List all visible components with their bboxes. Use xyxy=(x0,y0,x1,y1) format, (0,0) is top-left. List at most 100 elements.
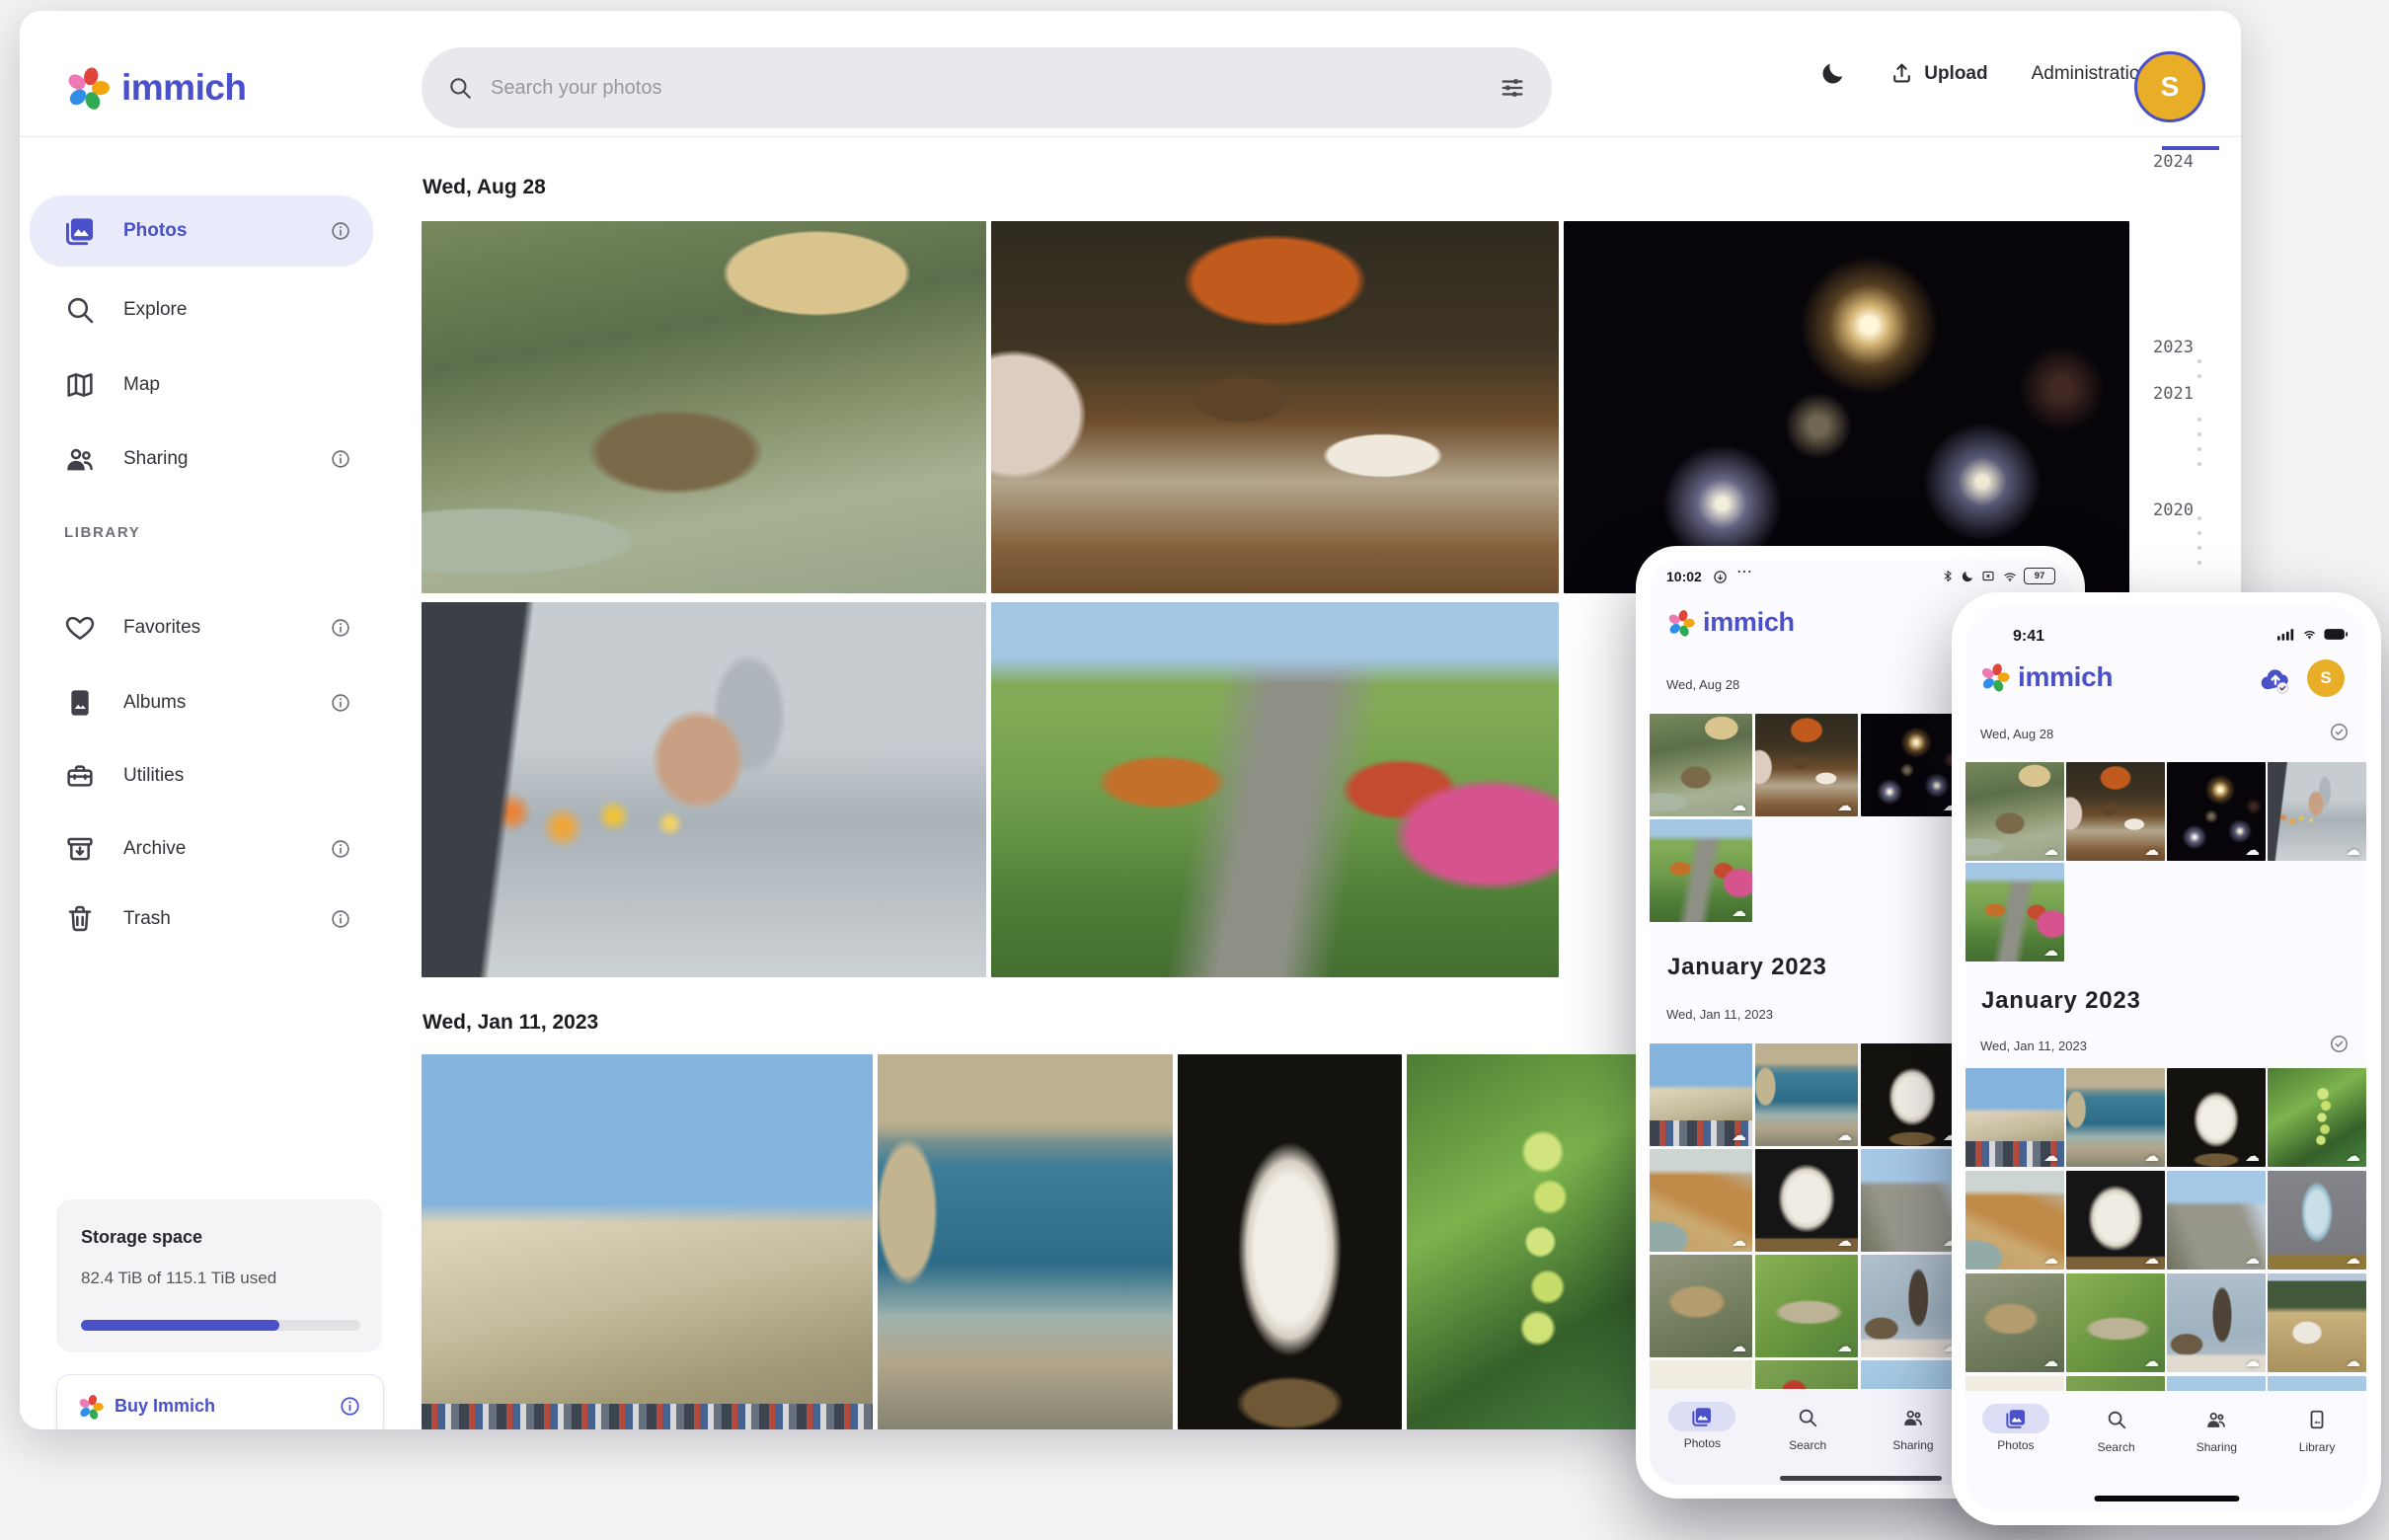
cloud-sync-icon: ☁ xyxy=(2245,1352,2260,1370)
scrubber-year[interactable]: 2024 xyxy=(2122,152,2194,172)
info-icon[interactable] xyxy=(330,220,351,242)
user-avatar[interactable]: S xyxy=(2134,51,2205,122)
photo-castle-ruin[interactable]: ☁ xyxy=(1861,1149,1964,1252)
home-indicator[interactable] xyxy=(1779,1476,1942,1481)
photo-autumn-park-path[interactable]: ☁ xyxy=(1650,819,1752,922)
photo-castle-ruin[interactable]: ☁ xyxy=(2167,1171,2266,1270)
scrubber-year[interactable]: 2021 xyxy=(2122,384,2194,404)
cloud-sync-icon: ☁ xyxy=(1837,1232,1852,1250)
sidebar-item-label: Archive xyxy=(123,838,187,859)
photo-lizard-rock[interactable]: ☁ xyxy=(1965,1273,2064,1372)
upload-icon xyxy=(1893,63,1911,83)
photo-holding-hands[interactable]: ☁ xyxy=(2268,762,2366,861)
sidebar-item-label: Favorites xyxy=(123,617,201,638)
nav-item-sharing[interactable]: Sharing xyxy=(1861,1389,1966,1485)
photo-green-berries[interactable]: ☁ xyxy=(2268,1068,2366,1167)
nav-item-search[interactable]: Search xyxy=(1755,1389,1861,1485)
phone1-clock: 10:02 xyxy=(1666,569,1702,584)
sidebar-section-library: LIBRARY xyxy=(64,524,141,541)
nav-item-photos[interactable]: Photos xyxy=(1965,1391,2066,1511)
photo-porcelain-tower[interactable]: ☁ xyxy=(2268,1171,2366,1270)
nav-item-sharing[interactable]: Sharing xyxy=(2167,1391,2268,1511)
photo-dubrovnik-fortress[interactable]: ☁ xyxy=(1650,1043,1752,1146)
sidebar-item-map[interactable]: Map xyxy=(30,353,373,417)
photo-monkeys-zoo[interactable]: ☁ xyxy=(1650,714,1752,816)
photo-dubrovnik-fortress[interactable]: ☁ xyxy=(1965,1068,2064,1167)
info-icon[interactable] xyxy=(330,908,351,930)
scrubber-year[interactable]: 2020 xyxy=(2122,500,2194,520)
dark-mode-moon-icon[interactable] xyxy=(1819,60,1846,87)
sidebar-item-photos[interactable]: Photos xyxy=(30,195,373,267)
phone2-clock: 9:41 xyxy=(2013,628,2045,645)
photo-winter-church[interactable]: ☁ xyxy=(2167,1273,2266,1372)
photo-fireworks[interactable] xyxy=(1564,221,2129,593)
buy-immich-button[interactable]: Buy Immich xyxy=(56,1374,384,1429)
nav-item-library[interactable]: Library xyxy=(2267,1391,2367,1511)
sidebar-item-albums[interactable]: Albums xyxy=(30,671,373,734)
select-all-check-icon[interactable] xyxy=(2329,1034,2350,1054)
photo-lizard-rock[interactable]: ☁ xyxy=(1650,1255,1752,1357)
photo-monkeys-zoo[interactable] xyxy=(422,221,986,593)
photo-marble-sculpture[interactable]: ☁ xyxy=(2066,1171,2165,1270)
home-indicator[interactable] xyxy=(2094,1496,2239,1502)
sidebar-item-explore[interactable]: Explore xyxy=(30,278,373,342)
photo-cliff-beach[interactable]: ☁ xyxy=(1650,1149,1752,1252)
immich-logo[interactable]: immich xyxy=(64,64,247,112)
photo-marble-sculpture[interactable]: ☁ xyxy=(1755,1149,1858,1252)
scrubber-year[interactable]: 2023 xyxy=(2122,338,2194,357)
search-input[interactable] xyxy=(489,75,1483,101)
photo-farm-house[interactable]: ☁ xyxy=(2268,1273,2366,1372)
photo-marble-bust[interactable]: ☁ xyxy=(2167,1068,2266,1167)
nav-label: Photos xyxy=(1683,1436,1722,1450)
photo-marble-bust[interactable]: ☁ xyxy=(1861,1043,1964,1146)
photo-dinner-table[interactable]: ☁ xyxy=(1755,714,1858,816)
timeline-tick xyxy=(2197,432,2201,436)
photo-fireworks[interactable]: ☁ xyxy=(1861,714,1964,816)
cloud-sync-icon: ☁ xyxy=(1732,1338,1746,1355)
sidebar-item-trash[interactable]: Trash xyxy=(30,887,373,951)
photo-lizard-moss[interactable]: ☁ xyxy=(2066,1273,2165,1372)
photo-dinner-table[interactable] xyxy=(991,221,1559,593)
photo-cliff-beach[interactable]: ☁ xyxy=(1965,1171,2064,1270)
nav-item-photos[interactable]: Photos xyxy=(1650,1389,1755,1485)
photo-green-berries[interactable] xyxy=(1407,1054,1650,1429)
photo-coastal-town[interactable]: ☁ xyxy=(1755,1043,1858,1146)
sidebar-item-utilities[interactable]: Utilities xyxy=(30,744,373,808)
photo-coastal-town[interactable] xyxy=(878,1054,1173,1429)
photo-lizard-moss[interactable]: ☁ xyxy=(1755,1255,1858,1357)
select-all-check-icon[interactable] xyxy=(2329,722,2350,742)
info-icon[interactable] xyxy=(330,692,351,714)
cloud-sync-icon: ☁ xyxy=(2245,1147,2260,1165)
cloud-backup-icon[interactable] xyxy=(2258,663,2293,699)
timeline-tick xyxy=(2197,546,2201,550)
sidebar-item-sharing[interactable]: Sharing xyxy=(30,427,373,491)
administration-link[interactable]: Administration xyxy=(2032,63,2150,85)
photo-dubrovnik-fortress[interactable] xyxy=(422,1054,873,1429)
photo-autumn-park-path[interactable] xyxy=(991,602,1559,977)
info-icon[interactable] xyxy=(330,448,351,470)
photo-fireworks[interactable]: ☁ xyxy=(2167,762,2266,861)
search-filters-icon[interactable] xyxy=(1499,74,1526,102)
photo-autumn-park-path[interactable]: ☁ xyxy=(1965,863,2064,962)
photo-dinner-table[interactable]: ☁ xyxy=(2066,762,2165,861)
cloud-sync-icon: ☁ xyxy=(1732,1126,1746,1144)
night-mode-icon xyxy=(1962,571,1973,581)
photo-monkeys-zoo[interactable]: ☁ xyxy=(1965,762,2064,861)
upload-button[interactable]: Upload xyxy=(1889,61,1988,86)
photo-holding-hands[interactable] xyxy=(422,602,986,977)
phone2-date-heading: Wed, Jan 11, 2023 xyxy=(1980,1039,2087,1053)
active-pill xyxy=(1668,1402,1736,1431)
info-icon[interactable] xyxy=(339,1395,361,1418)
info-icon[interactable] xyxy=(330,617,351,639)
nav-item-search[interactable]: Search xyxy=(2066,1391,2167,1511)
info-icon[interactable] xyxy=(330,838,351,860)
timeline-tick xyxy=(2197,462,2201,466)
sidebar-item-archive[interactable]: Archive xyxy=(30,817,373,881)
photo-marble-bust[interactable] xyxy=(1178,1054,1402,1429)
timeline-scrubber-handle[interactable] xyxy=(2162,146,2219,150)
photo-coastal-town[interactable]: ☁ xyxy=(2066,1068,2165,1167)
sidebar-item-favorites[interactable]: Favorites xyxy=(30,596,373,659)
user-avatar[interactable]: S xyxy=(2307,659,2345,697)
photo-winter-church[interactable]: ☁ xyxy=(1861,1255,1964,1357)
search-bar[interactable] xyxy=(422,47,1552,128)
